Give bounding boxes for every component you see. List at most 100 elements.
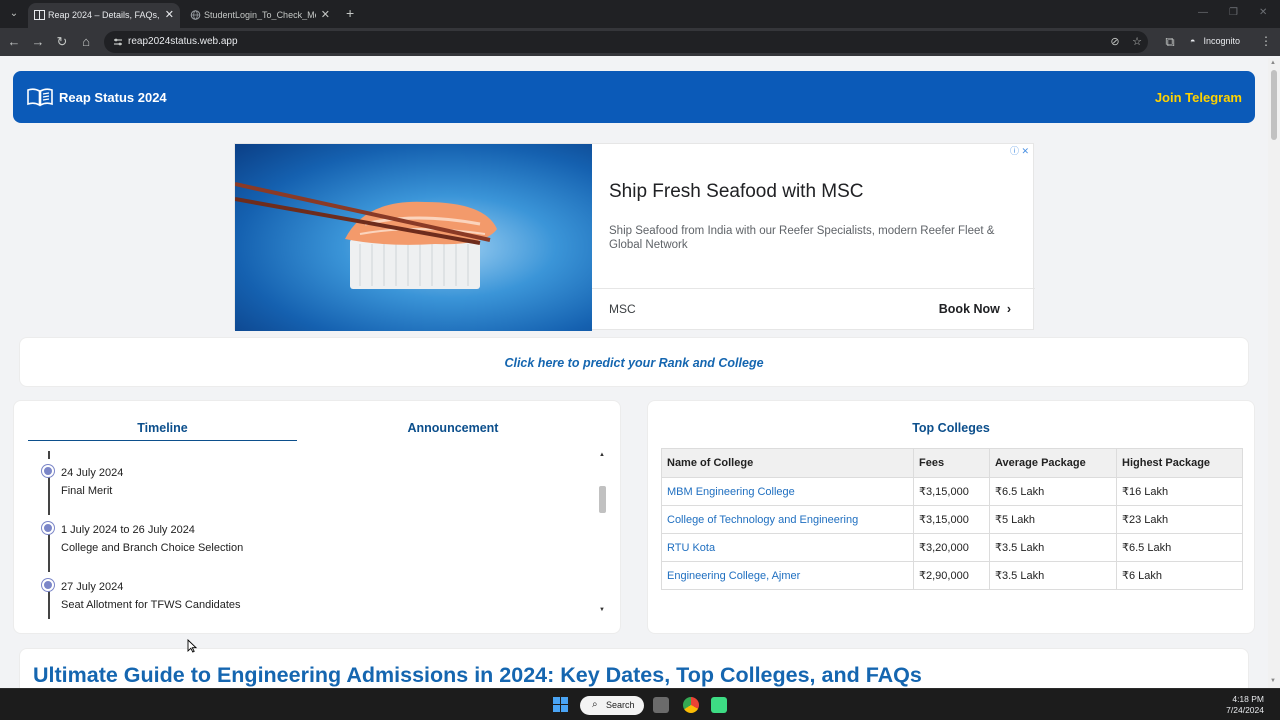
close-tab-icon[interactable]: ✕ [321,8,330,21]
ad-image[interactable] [235,144,592,331]
timeline-scrollbar[interactable]: ▲ ▼ [596,451,608,619]
average-package-cell: ₹5 Lakh [989,505,1117,534]
chevron-right-icon: › [1003,302,1011,316]
incognito-indicator[interactable]: ◓ Incognito [1190,36,1240,46]
taskbar-search-button[interactable]: ⌕ Search [580,696,644,715]
college-name-link[interactable]: Engineering College, Ajmer [661,561,914,590]
browser-tab-bar: ⌄ Reap 2024 – Details, FAQs, Top ✕ Stude… [0,0,1280,28]
bookmark-star-icon[interactable]: ☆ [1130,35,1144,49]
scroll-down-arrow-icon[interactable]: ▼ [599,607,605,613]
tab-announcement[interactable]: Announcement [314,421,592,435]
windows-start-icon[interactable] [553,697,569,713]
top-colleges-card: Top Colleges Name of College Fees Averag… [647,400,1255,634]
task-view-icon[interactable] [653,697,669,713]
page-scroll-thumb[interactable] [1271,70,1277,140]
tab-title: StudentLogin_To_Check_Merit [204,10,316,20]
tab-timeline[interactable]: Timeline [28,421,297,441]
ad-choices-icon[interactable]: ⓘ ✕ [1010,144,1029,157]
timeline-event: Final Merit [61,485,113,497]
join-telegram-link[interactable]: Join Telegram [1155,90,1242,105]
timeline-dot [42,522,54,534]
new-tab-icon[interactable]: + [346,5,354,21]
tab-student-login[interactable]: StudentLogin_To_Check_Merit ✕ [184,3,336,28]
timeline-date: 1 July 2024 to 26 July 2024 [61,524,195,536]
scroll-up-arrow-icon[interactable]: ▲ [599,452,605,458]
tab-reap-2024[interactable]: Reap 2024 – Details, FAQs, Top ✕ [28,3,180,28]
timeline-connector [48,451,50,459]
ad-advertiser: MSC [609,302,636,316]
advertisement[interactable]: Ship Fresh Seafood with MSC Ship Seafood… [234,143,1035,331]
fees-cell: ₹2,90,000 [913,561,990,590]
incognito-label: Incognito [1203,36,1241,46]
shrimp-sushi-illustration [235,182,497,289]
browser-menu-icon[interactable]: ⋮ [1260,34,1272,48]
site-brand[interactable]: Reap Status 2024 [59,90,167,105]
timeline-list[interactable]: 24 July 2024 Final Merit 1 July 2024 to … [28,451,608,619]
extensions-icon[interactable]: ⧉ [1162,34,1178,50]
minimize-icon[interactable]: — [1198,7,1208,18]
colleges-table: Name of College Fees Average Package Hig… [661,448,1243,590]
close-tab-icon[interactable]: ✕ [165,8,174,21]
forward-icon[interactable]: → [30,34,46,50]
table-row: MBM Engineering College ₹3,15,000 ₹6.5 L… [661,477,1243,506]
ad-book-now-button[interactable]: Book Now › [939,302,1011,316]
eye-off-icon[interactable]: ⊘ [1108,35,1122,49]
timeline-dot [42,465,54,477]
incognito-icon: ◓ [1190,36,1196,46]
taskbar-search-label: Search [606,700,635,710]
highest-package-cell: ₹23 Lakh [1116,505,1243,534]
timeline-connector [48,528,50,572]
ad-cta-label: Book Now [938,302,1000,316]
site-header: Reap Status 2024 Join Telegram [13,71,1255,123]
site-info-icon[interactable] [112,36,124,48]
scroll-thumb[interactable] [599,486,606,513]
college-name-link[interactable]: MBM Engineering College [661,477,914,506]
timeline-connector [48,471,50,515]
average-package-cell: ₹3.5 Lakh [989,561,1117,590]
search-icon: ⌕ [592,699,598,710]
predict-rank-link[interactable]: Click here to predict your Rank and Coll… [20,356,1248,370]
average-package-cell: ₹6.5 Lakh [989,477,1117,506]
clock-time: 4:18 PM [1232,694,1264,704]
column-header: Name of College [661,448,914,478]
back-icon[interactable]: ← [6,34,22,50]
college-name-link[interactable]: RTU Kota [661,533,914,562]
reload-icon[interactable]: ↻ [54,34,70,50]
ad-headline[interactable]: Ship Fresh Seafood with MSC [609,181,864,203]
fees-cell: ₹3,20,000 [913,533,990,562]
page-scrollbar[interactable]: ▲ ▼ [1268,58,1280,688]
timeline-date: 27 July 2024 [61,581,124,593]
home-icon[interactable]: ⌂ [78,34,94,50]
table-row: College of Technology and Engineering ₹3… [661,505,1243,534]
column-header: Fees [913,448,990,478]
address-bar[interactable]: reap2024status.web.app ⊘ ☆ [104,31,1148,53]
highest-package-cell: ₹6 Lakh [1116,561,1243,590]
timeline-date: 24 July 2024 [61,467,124,479]
college-name-link[interactable]: College of Technology and Engineering [661,505,914,534]
book-favicon-icon [34,10,45,20]
close-window-icon[interactable]: ✕ [1259,7,1267,18]
tab-title: Reap 2024 – Details, FAQs, Top [48,10,160,20]
ad-description: Ship Seafood from India with our Reefer … [609,225,995,251]
open-book-icon [27,88,53,107]
globe-favicon-icon [190,10,201,20]
scroll-up-arrow-icon[interactable]: ▲ [1270,60,1276,66]
camtasia-app-icon[interactable] [711,697,727,713]
table-row: Engineering College, Ajmer ₹2,90,000 ₹3.… [661,561,1243,590]
highest-package-cell: ₹16 Lakh [1116,477,1243,506]
clock-date: 7/24/2024 [1226,705,1264,715]
system-clock[interactable]: 4:18 PM 7/24/2024 [1226,694,1264,716]
top-colleges-title: Top Colleges [912,421,990,435]
mouse-cursor-icon [187,639,197,653]
tab-search-chevron-icon[interactable]: ⌄ [6,6,22,22]
predict-banner: Click here to predict your Rank and Coll… [19,337,1249,387]
timeline-event: Seat Allotment for TFWS Candidates [61,599,241,611]
os-taskbar: ⌕ Search 4:18 PM 7/24/2024 [0,688,1280,720]
fees-cell: ₹3,15,000 [913,505,990,534]
restore-icon[interactable]: ❐ [1229,7,1238,18]
scroll-down-arrow-icon[interactable]: ▼ [1270,678,1276,684]
guide-section: Ultimate Guide to Engineering Admissions… [19,648,1249,688]
chrome-app-icon[interactable] [683,697,699,713]
page-viewport: Reap Status 2024 Join Telegram Ship Fres… [0,58,1268,688]
column-header: Highest Package [1116,448,1243,478]
